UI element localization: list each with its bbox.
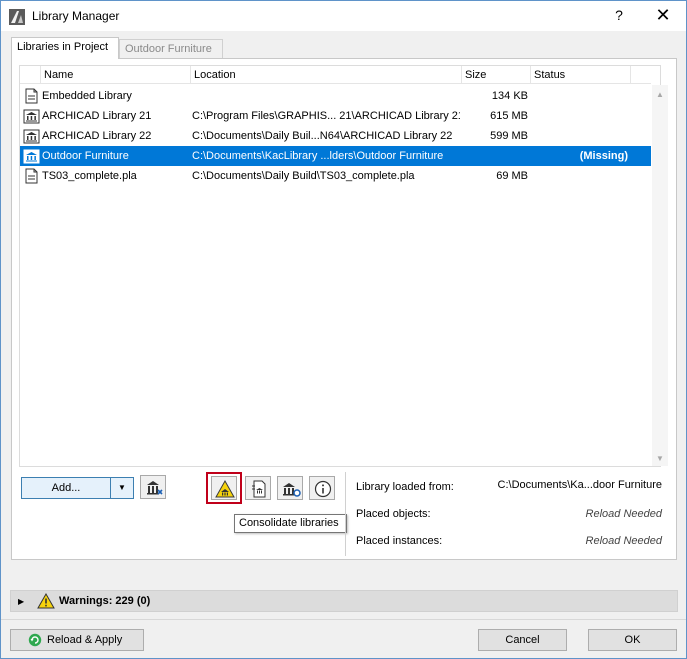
consolidate-libraries-button[interactable] (211, 476, 237, 500)
table-header: Name Location Size Status (20, 66, 651, 84)
close-button[interactable]: ✕ (651, 5, 675, 27)
table-row[interactable]: ARCHICAD Library 22 C:\Documents\Daily B… (20, 126, 651, 146)
library-building-icon (23, 129, 40, 144)
row-location: C:\Documents\KacLibrary ...lders\Outdoor… (192, 150, 444, 162)
library-loaded-from-value: C:\Documents\Ka...door Furniture (497, 479, 662, 491)
library-loaded-from-label: Library loaded from: (356, 481, 454, 493)
library-building-icon (23, 109, 40, 124)
tab-outdoor-furniture[interactable]: Outdoor Furniture (119, 39, 223, 59)
warnings-count: Warnings: 229 (0) (59, 595, 151, 607)
footer-separator (1, 619, 686, 620)
warning-icon (37, 593, 55, 609)
tab-panel: Name Location Size Status Embedded Libra… (11, 58, 677, 560)
vertical-scrollbar[interactable]: ▲ ▼ (652, 85, 668, 466)
add-button[interactable]: Add... (22, 478, 111, 498)
row-size: 615 MB (490, 110, 528, 122)
reload-apply-label: Reload & Apply (47, 634, 123, 646)
cancel-button[interactable]: Cancel (478, 629, 567, 651)
library-remove-icon (147, 481, 163, 495)
ok-button[interactable]: OK (588, 629, 677, 651)
row-name: Outdoor Furniture (42, 150, 129, 162)
tab-libraries-in-project[interactable]: Libraries in Project (11, 37, 119, 59)
panel-divider (345, 472, 346, 556)
row-status: (Missing) (579, 150, 628, 162)
column-header-size[interactable]: Size (461, 66, 530, 84)
reload-apply-button[interactable]: Reload & Apply (10, 629, 144, 651)
library-building-icon (23, 149, 40, 164)
info-icon (314, 480, 332, 498)
column-header-filler (630, 66, 651, 84)
table-row[interactable]: ARCHICAD Library 21 C:\Program Files\GRA… (20, 106, 651, 126)
table-row[interactable]: Embedded Library 134 KB (20, 86, 651, 106)
library-settings-button[interactable] (277, 476, 303, 500)
placed-instances-label: Placed instances: (356, 535, 443, 547)
row-name: TS03_complete.pla (42, 170, 137, 182)
consolidate-warning-icon (215, 480, 235, 498)
row-size: 599 MB (490, 130, 528, 142)
reload-icon (28, 633, 42, 647)
table-row-selected[interactable]: Outdoor Furniture C:\Documents\KacLibrar… (20, 146, 651, 166)
help-button[interactable]: ? (609, 7, 629, 27)
row-location: C:\Documents\Daily Build\TS03_complete.p… (192, 170, 415, 182)
scroll-up-icon[interactable]: ▲ (655, 91, 665, 99)
column-header-location[interactable]: Location (190, 66, 461, 84)
column-header-name[interactable]: Name (40, 66, 190, 84)
expand-triangle-icon[interactable]: ▶ (18, 597, 24, 606)
scroll-down-icon[interactable]: ▼ (655, 455, 665, 463)
row-size: 69 MB (496, 170, 528, 182)
column-header-status[interactable]: Status (530, 66, 630, 84)
row-name: ARCHICAD Library 21 (42, 110, 152, 122)
add-library-split-button[interactable]: Add... ▼ (21, 477, 134, 499)
placed-objects-label: Placed objects: (356, 508, 431, 520)
row-name: Embedded Library (42, 90, 132, 102)
library-table: Name Location Size Status Embedded Libra… (19, 65, 668, 467)
placed-objects-value: Reload Needed (585, 508, 662, 520)
row-location: C:\Documents\Daily Buil...N64\ARCHICAD L… (192, 130, 453, 142)
row-size: 134 KB (491, 90, 528, 102)
placed-instances-value: Reload Needed (585, 535, 662, 547)
document-library-icon (25, 168, 38, 184)
library-info-button[interactable] (309, 476, 335, 500)
title-bar: Library Manager ? ✕ (1, 1, 686, 31)
window-title: Library Manager (32, 9, 120, 23)
library-document-icon (252, 480, 266, 498)
add-dropdown-chevron-icon[interactable]: ▼ (111, 478, 133, 498)
archicad-app-icon (9, 9, 25, 25)
row-name: ARCHICAD Library 22 (42, 130, 152, 142)
consolidate-libraries-tooltip: Consolidate libraries (234, 514, 347, 533)
table-row[interactable]: TS03_complete.pla C:\Documents\Daily Bui… (20, 166, 651, 186)
warnings-panel[interactable]: ▶ Warnings: 229 (0) (10, 590, 678, 612)
document-library-icon (25, 88, 38, 104)
row-location: C:\Program Files\GRAPHIS... 21\ARCHICAD … (192, 110, 460, 122)
remove-library-button[interactable] (140, 475, 166, 499)
library-gear-icon (283, 483, 301, 497)
library-document-button[interactable] (245, 476, 271, 500)
library-manager-window: Library Manager ? ✕ Libraries in Project… (0, 0, 687, 659)
